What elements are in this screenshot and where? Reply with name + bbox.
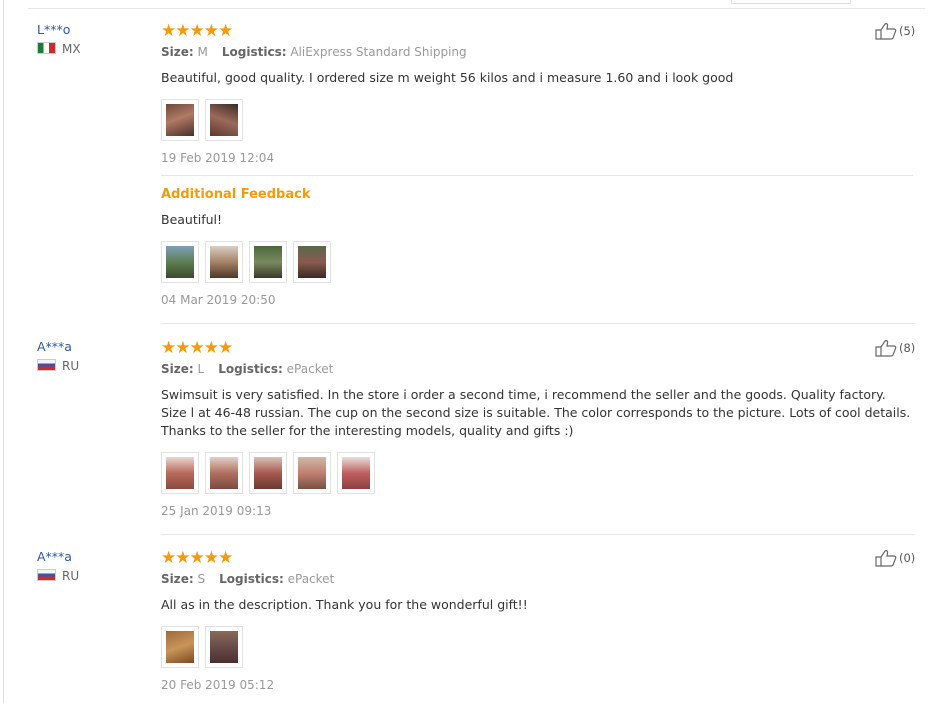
reviewer-info: A***a RU bbox=[37, 339, 79, 373]
review-meta: Size: S Logistics: ePacket bbox=[161, 572, 913, 586]
review-content: ★★★★★ Size: M Logistics: AliExpress Stand… bbox=[161, 22, 913, 307]
thumbs-up-icon bbox=[875, 340, 897, 357]
review-content: ★★★★★ Size: S Logistics: ePacket All as i… bbox=[161, 549, 913, 692]
star-rating: ★★★★★ bbox=[161, 21, 233, 41]
review-text: Beautiful, good quality. I ordered size … bbox=[161, 70, 734, 85]
size-value: M bbox=[197, 45, 208, 59]
star-rating: ★★★★★ bbox=[161, 338, 233, 358]
country-code: RU bbox=[62, 359, 80, 373]
star-rating: ★★★★★ bbox=[161, 548, 233, 568]
mexico-flag-icon bbox=[37, 42, 56, 54]
additional-feedback-date: 04 Mar 2019 20:50 bbox=[161, 293, 276, 307]
review-photo-thumb[interactable] bbox=[249, 241, 287, 283]
review-photo-thumb[interactable] bbox=[205, 99, 243, 141]
logistics-label: Logistics: bbox=[221, 45, 287, 59]
review-photo-thumb[interactable] bbox=[161, 452, 199, 494]
reviewer-country: MX bbox=[37, 42, 81, 56]
helpful-count: (5) bbox=[899, 24, 916, 38]
country-code: MX bbox=[62, 42, 81, 56]
reviewer-name[interactable]: A***a bbox=[37, 339, 72, 354]
reviews-panel: L***o MX ★★★★★ Size: M Logistics: AliExpr… bbox=[0, 0, 950, 703]
divider bbox=[161, 175, 913, 176]
left-border bbox=[3, 0, 4, 703]
review-photo-thumb[interactable] bbox=[205, 452, 243, 494]
additional-feedback-text: Beautiful! bbox=[161, 212, 223, 227]
review-photos bbox=[161, 452, 913, 494]
russia-flag-icon bbox=[37, 359, 56, 371]
review-photo-thumb[interactable] bbox=[161, 99, 199, 141]
review-date: 19 Feb 2019 12:04 bbox=[161, 151, 275, 165]
review-content: ★★★★★ Size: L Logistics: ePacket Swimsuit… bbox=[161, 339, 913, 518]
reviewer-info: A***a RU bbox=[37, 549, 79, 583]
reviewer-country: RU bbox=[37, 569, 79, 583]
review-photo-thumb[interactable] bbox=[161, 241, 199, 283]
thumbs-up-icon bbox=[875, 23, 897, 40]
size-label: Size: bbox=[161, 45, 194, 59]
logistics-value: ePacket bbox=[286, 362, 334, 376]
size-value: L bbox=[197, 362, 205, 376]
additional-feedback-title: Additional Feedback bbox=[161, 187, 311, 202]
review-date: 20 Feb 2019 05:12 bbox=[161, 678, 275, 692]
helpful-count: (0) bbox=[899, 551, 916, 565]
size-value: S bbox=[197, 572, 206, 586]
review-text: Swimsuit is very satisfied. In the store… bbox=[161, 387, 911, 438]
reviewer-name[interactable]: L***o bbox=[37, 22, 70, 37]
review-photo-thumb[interactable] bbox=[337, 452, 375, 494]
logistics-value: AliExpress Standard Shipping bbox=[290, 45, 467, 59]
helpful-button[interactable]: (5) bbox=[875, 22, 915, 40]
review-photo-thumb[interactable] bbox=[205, 241, 243, 283]
top-divider bbox=[28, 8, 925, 9]
review-meta: Size: M Logistics: AliExpress Standard Sh… bbox=[161, 45, 913, 59]
additional-feedback-photos bbox=[161, 241, 913, 283]
review-meta: Size: L Logistics: ePacket bbox=[161, 362, 913, 376]
russia-flag-icon bbox=[37, 569, 56, 581]
review-photo-thumb[interactable] bbox=[205, 626, 243, 668]
logistics-label: Logistics: bbox=[218, 362, 283, 376]
logistics-label: Logistics: bbox=[219, 572, 284, 586]
review-photos bbox=[161, 626, 913, 668]
review-photo-thumb[interactable] bbox=[293, 452, 331, 494]
reviewer-name[interactable]: A***a bbox=[37, 549, 72, 564]
helpful-button[interactable]: (0) bbox=[875, 549, 915, 567]
review-photos bbox=[161, 99, 913, 141]
size-label: Size: bbox=[161, 572, 194, 586]
review-text: All as in the description. Thank you for… bbox=[161, 597, 528, 612]
top-control-edge bbox=[731, 0, 851, 4]
review-date: 25 Jan 2019 09:13 bbox=[161, 504, 272, 518]
review-photo-thumb[interactable] bbox=[249, 452, 287, 494]
review-photo-thumb[interactable] bbox=[161, 626, 199, 668]
reviewer-info: L***o MX bbox=[37, 22, 81, 56]
review-divider bbox=[161, 323, 915, 324]
thumbs-up-icon bbox=[875, 550, 897, 567]
logistics-value: ePacket bbox=[287, 572, 335, 586]
reviewer-country: RU bbox=[37, 359, 79, 373]
helpful-button[interactable]: (8) bbox=[875, 339, 915, 357]
review-photo-thumb[interactable] bbox=[293, 241, 331, 283]
country-code: RU bbox=[62, 569, 80, 583]
review-divider bbox=[161, 534, 915, 535]
helpful-count: (8) bbox=[899, 341, 916, 355]
size-label: Size: bbox=[161, 362, 194, 376]
